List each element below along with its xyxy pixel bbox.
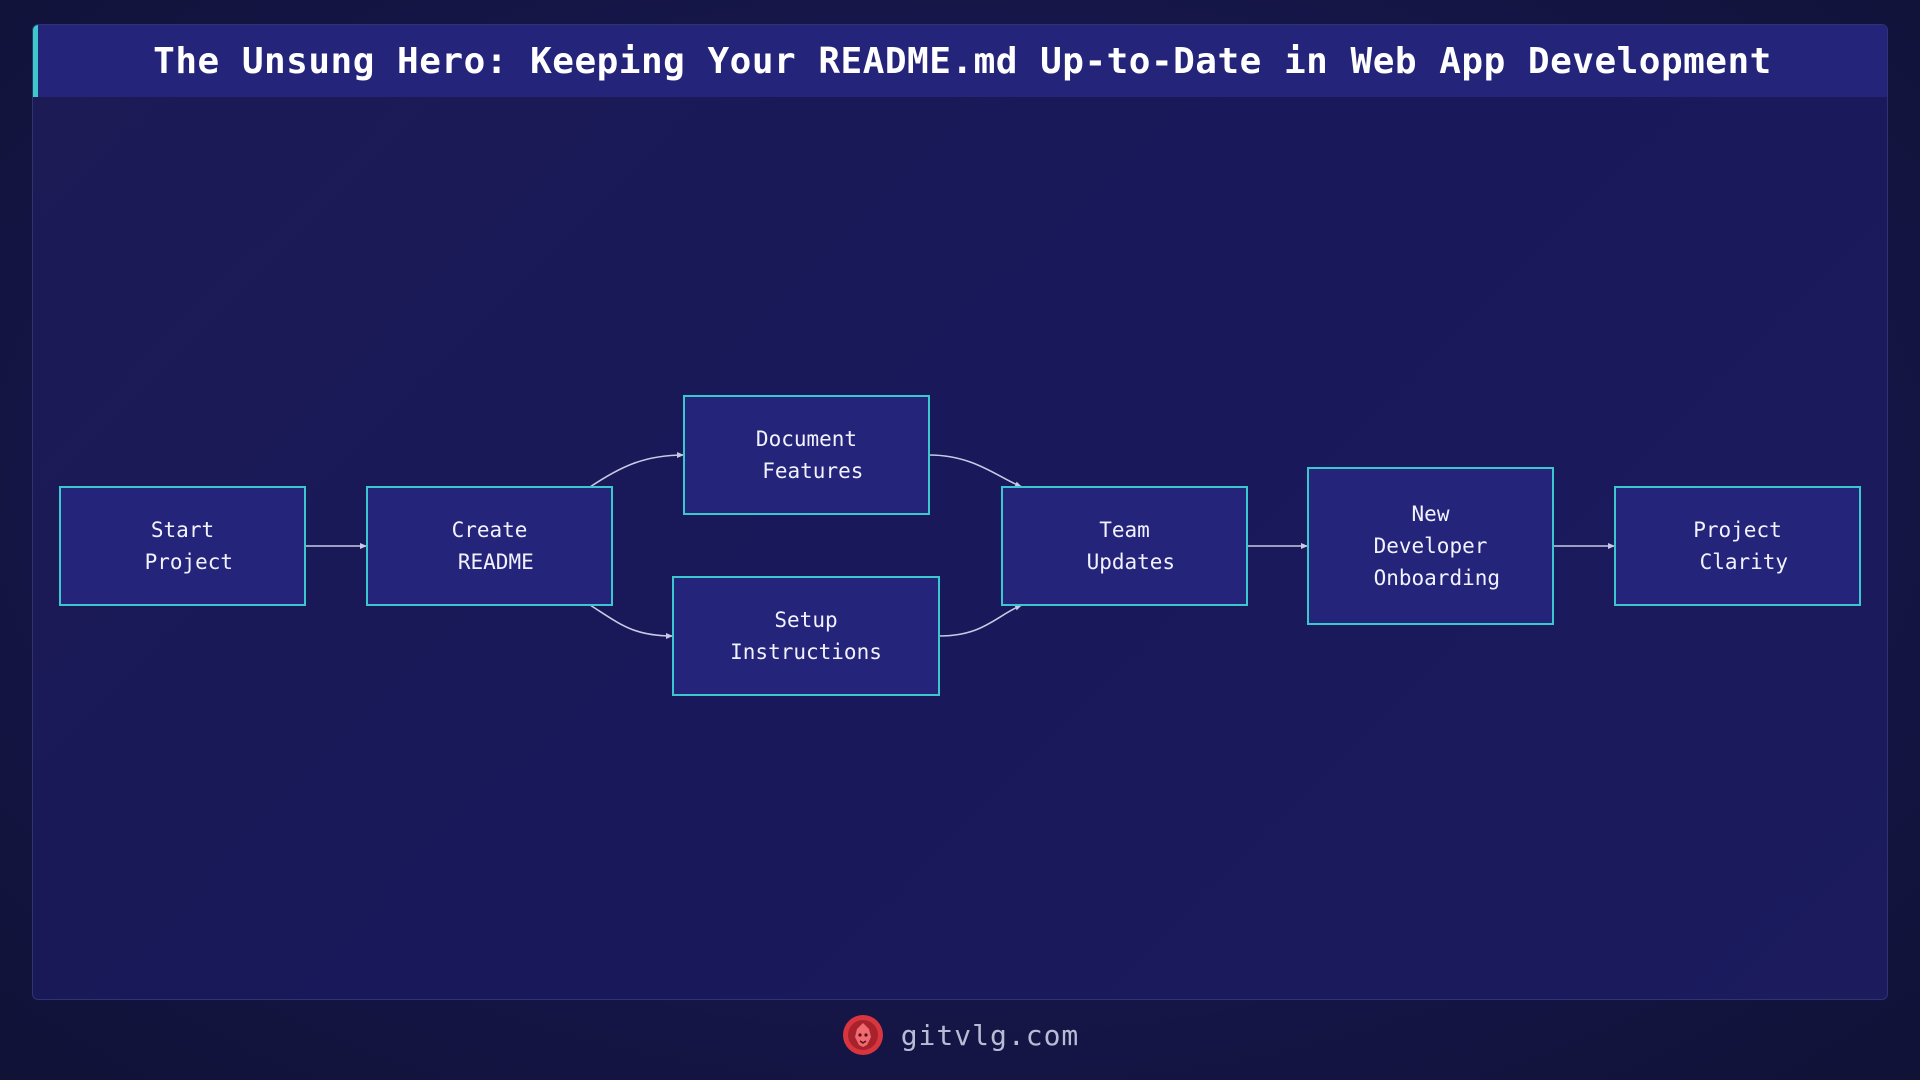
node-start: Start Project [59,486,306,606]
footer: gitvlg.com [0,1010,1920,1060]
node-box [683,395,930,515]
node-label-line: Instructions [730,640,882,664]
footer-site-link[interactable]: gitvlg.com [901,1019,1080,1052]
node-label-line: Project [132,550,233,574]
edge-create-to-document [589,452,685,488]
node-label-line: Features [750,459,864,483]
edge-create-to-setup [589,604,674,639]
node-box [366,486,613,606]
node-label-line: Create [452,518,528,542]
node-box [59,486,306,606]
node-team: Team Updates [1001,486,1248,606]
node-label-line: Team [1099,518,1150,542]
edge-document-to-team [928,454,1023,488]
edge-setup-to-team [938,604,1023,637]
node-label-line: Project [1693,518,1782,542]
node-label-line: New [1412,502,1450,526]
node-label-line: Clarity [1687,550,1788,574]
node-newdev: New Developer Onboarding [1307,467,1554,625]
node-label-line: Onboarding [1361,566,1500,590]
lion-logo-icon [842,1015,883,1055]
node-setup: Setup Instructions [672,576,940,696]
node-box [1614,486,1861,606]
node-label-line: Document [756,427,857,451]
node-label-line: Updates [1074,550,1175,574]
node-create: Create README [366,486,613,606]
node-label-line: Developer [1374,534,1488,558]
flow-diagram: Start Project Create README Document Featu… [59,395,1861,696]
node-box [1001,486,1248,606]
node-label-line: Setup [774,608,837,632]
slide: The Unsung Hero: Keeping Your README.md … [0,0,1920,1080]
node-document: Document Features [683,395,930,515]
node-clarity: Project Clarity [1614,486,1861,606]
node-box [672,576,940,696]
node-label-line: README [445,550,534,574]
node-label-line: Start [151,518,214,542]
